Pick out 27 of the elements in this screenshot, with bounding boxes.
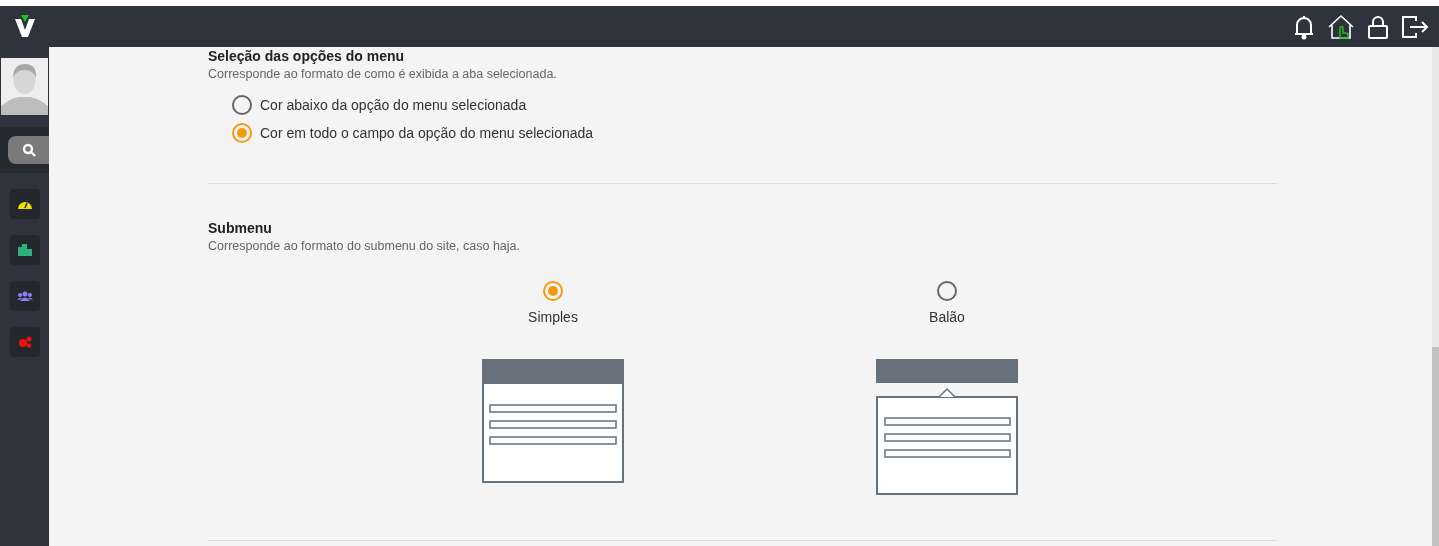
radio-option[interactable]: Cor abaixo da opção do menu selecionada: [232, 95, 1277, 115]
home-icon[interactable]: [1327, 13, 1355, 40]
users-icon: [16, 291, 33, 301]
search-button[interactable]: [8, 136, 49, 164]
settings-button[interactable]: [9, 327, 40, 357]
radio-button[interactable]: [543, 281, 563, 301]
logout-icon[interactable]: [1401, 14, 1429, 39]
dashboard-button[interactable]: [9, 189, 40, 219]
buildings-icon: [17, 244, 32, 256]
section-description: Corresponde ao formato do submenu do site, caso haja.: [208, 238, 521, 255]
buildings-button[interactable]: [9, 235, 40, 265]
section-description: Corresponde ao formato de como é exibida a aba selecionada.: [208, 66, 558, 83]
scrollbar-thumb[interactable]: [1432, 347, 1439, 546]
radio-button[interactable]: [937, 281, 957, 301]
radio-button[interactable]: [232, 95, 252, 115]
gauge-icon: [17, 199, 32, 209]
lock-icon[interactable]: [1367, 13, 1389, 40]
option-label: Simples: [528, 309, 578, 325]
radio-option[interactable]: Cor em todo o campo da opção do menu selecionada: [232, 123, 1277, 143]
section-title: Submenu: [208, 219, 273, 237]
users-button[interactable]: [9, 281, 40, 311]
radio-button[interactable]: [232, 123, 252, 143]
logo-icon[interactable]: [14, 14, 36, 39]
bell-icon[interactable]: [1293, 13, 1315, 40]
option-label: Balão: [929, 309, 965, 325]
section-title: Seleção das opções do menu: [208, 47, 406, 65]
search-icon: [21, 143, 36, 157]
